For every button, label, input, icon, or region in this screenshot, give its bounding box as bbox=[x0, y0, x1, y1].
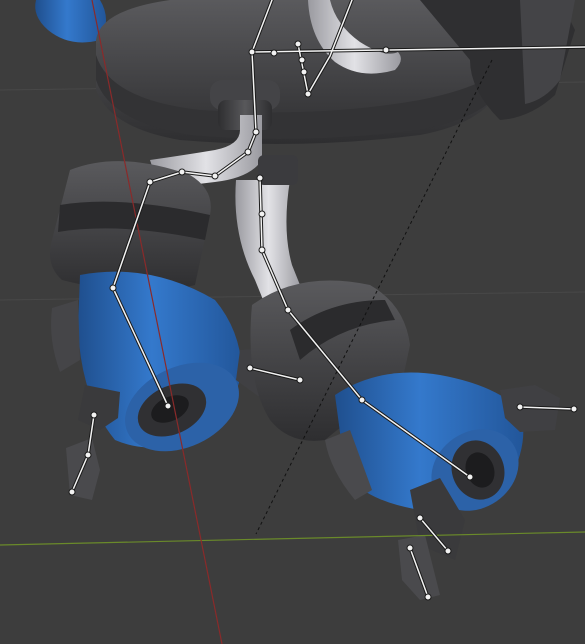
3d-viewport[interactable] bbox=[0, 0, 585, 644]
viewport-canvas[interactable] bbox=[0, 0, 585, 644]
